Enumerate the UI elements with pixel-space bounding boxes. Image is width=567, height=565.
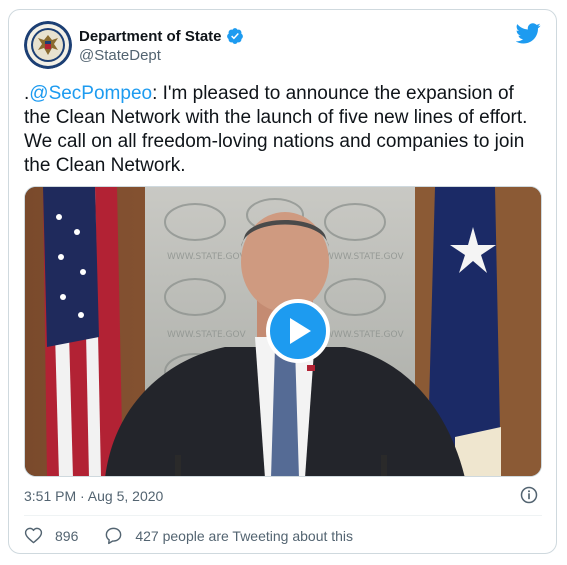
heart-icon [24,527,43,544]
tweet-embed-card: Department of State @StateDept .@SecPomp… [8,9,557,554]
play-icon [290,318,311,344]
conversation-text: 427 people are Tweeting about this [135,527,354,544]
twitter-bird-icon[interactable] [516,23,541,44]
speech-bubble-icon [106,527,122,545]
tweet-text: .@SecPompeo: I'm pleased to announce the… [24,82,544,178]
divider [24,515,542,516]
info-icon[interactable] [519,485,539,505]
mention-link[interactable]: @SecPompeo [29,83,152,104]
conversation-link[interactable]: 427 people are Tweeting about this [104,526,353,545]
backdrop-text-2: WWW.STATE.GOV [325,252,404,262]
like-count: 896 [55,527,79,544]
account-name-row: Department of State [79,27,244,45]
account-avatar[interactable] [24,21,72,69]
backdrop-text-3: WWW.STATE.GOV [167,330,246,340]
account-name[interactable]: Department of State [79,28,222,45]
backdrop-text-1: WWW.STATE.GOV [167,252,246,262]
tweet-timestamp[interactable]: 3:51 PM · Aug 5, 2020 [24,488,163,504]
play-button[interactable] [266,299,330,363]
department-of-state-seal-icon [24,21,72,69]
account-handle[interactable]: @StateDept [79,47,161,64]
backdrop-text-4: WWW.STATE.GOV [325,330,404,340]
verified-badge-icon [226,28,243,44]
video-player[interactable]: WWW.STATE.GOV WWW.STATE.GOV WWW.STATE.GO… [24,186,542,477]
like-button[interactable]: 896 [24,526,78,545]
engagement-bar: 896 427 people are Tweeting about this [24,526,353,545]
